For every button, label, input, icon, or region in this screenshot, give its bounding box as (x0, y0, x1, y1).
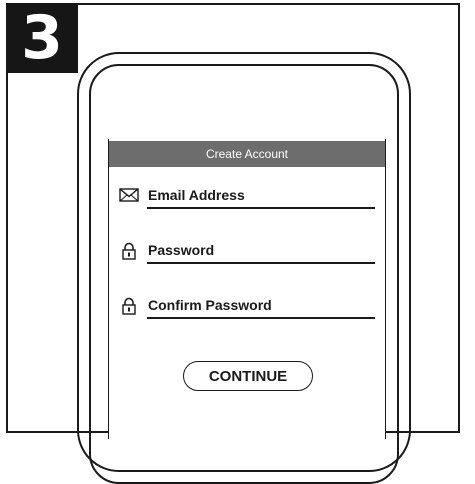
password-field-label: Password (148, 242, 215, 258)
email-field-underline (147, 207, 375, 209)
email-field-label: Email Address (148, 187, 245, 203)
password-field[interactable]: Password (119, 240, 375, 264)
email-field[interactable]: Email Address (119, 185, 375, 209)
confirm-password-field-underline (147, 317, 375, 319)
password-field-underline (147, 262, 375, 264)
confirm-password-field[interactable]: Confirm Password (119, 295, 375, 319)
phone-screen: Create Account Email Address Password Co… (108, 139, 386, 439)
confirm-password-field-label: Confirm Password (148, 297, 272, 313)
padlock-icon (119, 297, 141, 315)
create-account-header: Create Account (109, 141, 385, 167)
envelope-icon (119, 187, 141, 205)
continue-button[interactable]: CONTINUE (183, 361, 313, 391)
step-number-badge: 3 (6, 3, 78, 73)
padlock-icon (119, 242, 141, 260)
